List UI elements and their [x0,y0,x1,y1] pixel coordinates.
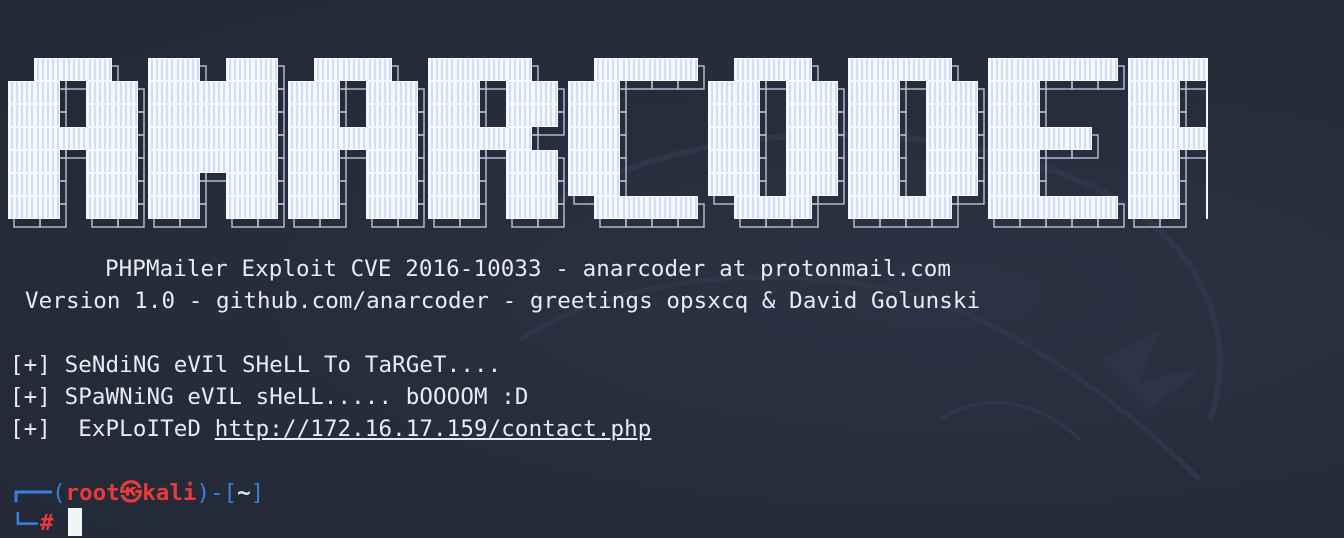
prompt-line-1: (root㉿kali)-[~] [14,478,264,508]
block-cursor[interactable] [67,508,82,536]
prompt-corner-bottom-icon [16,512,38,525]
prompt-open-paren: ( [52,480,66,506]
info-line-exploit: PHPMailer Exploit CVE 2016-10033 - anarc… [105,256,952,282]
prompt-user: root [65,480,120,506]
prompt-at-icon: ㉿ [119,480,143,506]
target-url-link[interactable]: http://172.16.17.159/contact.php [215,416,652,442]
prompt-cwd: ~ [237,480,251,506]
output-line-sending: [+] SeNdiNG eVIl SHeLL To TaRGeT.... [10,352,502,378]
terminal-window[interactable]: PHPMailer Exploit CVE 2016-10033 - anarc… [0,0,1344,538]
output-line-exploited: [+] ExPLoITeD http://172.16.17.159/conta… [10,414,651,444]
prompt-corner-top-icon [14,490,52,502]
prompt-close-paren: )-[ [196,480,238,506]
prompt-host: kali [142,480,197,506]
prompt-line-2[interactable]: # [14,508,82,538]
prompt-close-bracket: ] [250,480,265,506]
prompt-hash: # [40,510,54,536]
info-line-version: Version 1.0 - github.com/anarcoder - gre… [25,288,981,314]
exploited-label: [+] ExPLoITeD [10,416,215,442]
ascii-banner [8,58,1208,243]
output-line-spawning: [+] SPaWNiNG eVIL sHeLL..... bOOOOM :D [10,384,529,410]
